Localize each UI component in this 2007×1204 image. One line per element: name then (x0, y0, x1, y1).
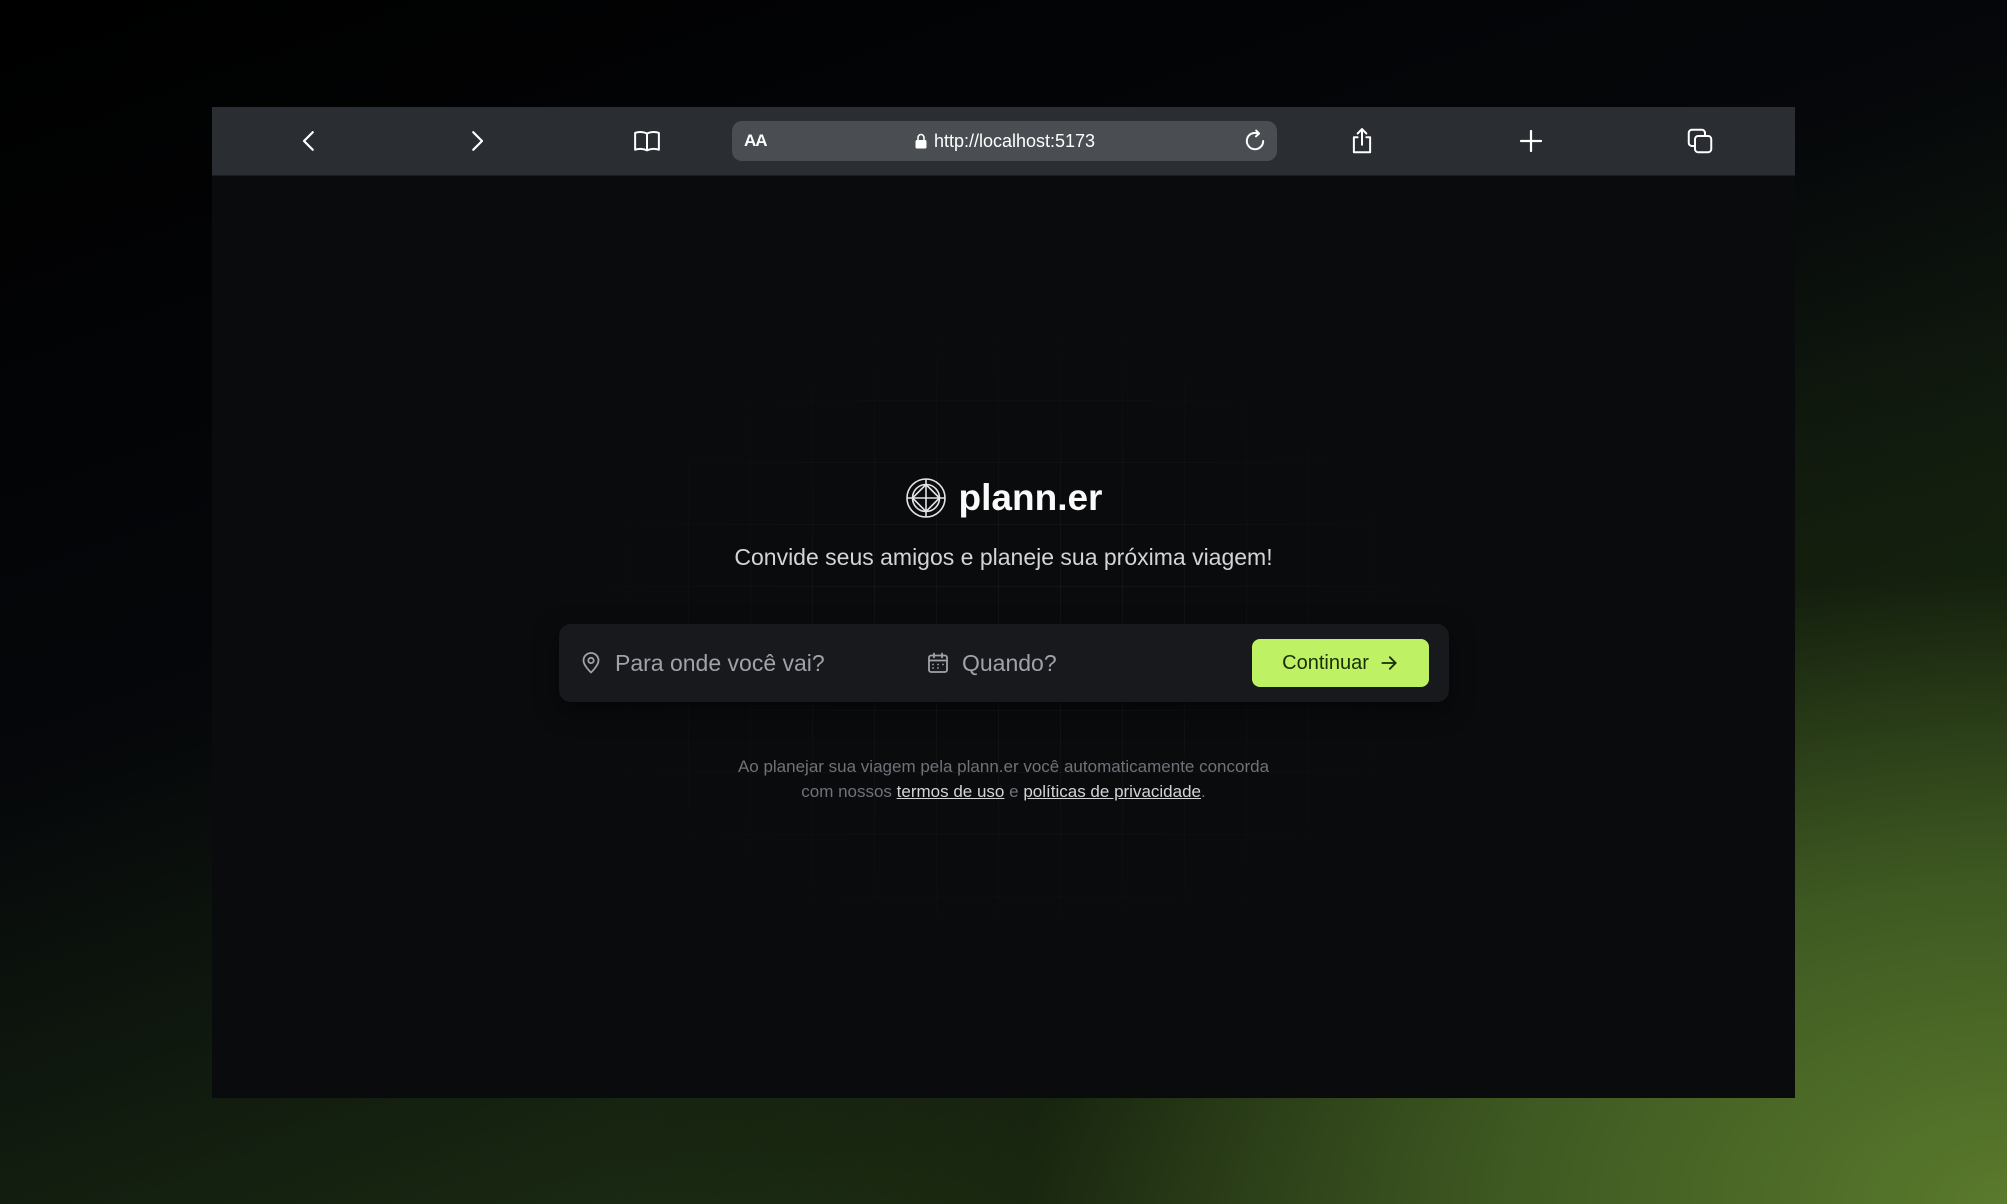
browser-toolbar: AA http://localhost:5173 (212, 107, 1795, 176)
legal-notice: Ao planejar sua viagem pela plann.er voc… (212, 754, 1795, 804)
destination-input[interactable] (613, 648, 837, 678)
tagline: Convide seus amigos e planeje sua próxim… (734, 544, 1273, 570)
book-icon (634, 131, 660, 152)
tabs-icon (1687, 128, 1713, 154)
url-display: http://localhost:5173 (732, 121, 1277, 161)
chevron-left-icon (302, 131, 314, 151)
continue-label: Continuar (1282, 651, 1369, 674)
privacy-link[interactable]: políticas de privacidade (1023, 782, 1201, 801)
new-tab-button[interactable] (1511, 121, 1551, 161)
share-icon (1352, 128, 1372, 154)
legal-suffix: . (1201, 782, 1206, 801)
page-content: plann.er Convide seus amigos e planeje s… (212, 176, 1795, 1098)
forward-button[interactable] (457, 121, 497, 161)
chevron-right-icon (472, 131, 484, 151)
url-text: http://localhost:5173 (933, 130, 1096, 151)
share-button[interactable] (1342, 121, 1382, 161)
destination-field[interactable] (579, 624, 837, 702)
date-input[interactable] (960, 648, 1184, 678)
logo-text: plann.er (958, 477, 1103, 518)
arrow-right-icon (1381, 656, 1397, 670)
legal-line-2: com nossos termos de uso e políticas de … (212, 779, 1795, 804)
legal-line-1: Ao planejar sua viagem pela plann.er voc… (737, 757, 1270, 776)
calendar-icon (928, 652, 948, 673)
plus-icon (1519, 129, 1543, 153)
trip-form: Continuar (559, 624, 1449, 702)
back-button[interactable] (289, 121, 329, 161)
date-field[interactable] (926, 624, 1184, 702)
bookmarks-button[interactable] (627, 121, 667, 161)
tabs-button[interactable] (1680, 121, 1720, 161)
terms-link[interactable]: termos de uso (897, 782, 1005, 801)
browser-window: AA http://localhost:5173 plann.er Convid… (212, 107, 1795, 1098)
reload-icon[interactable] (1241, 127, 1269, 155)
app-logo: plann.er (212, 473, 1795, 523)
lock-icon (915, 133, 927, 149)
legal-prefix: com nossos (801, 782, 892, 801)
address-bar[interactable]: AA http://localhost:5173 (732, 121, 1277, 161)
globe-icon (905, 478, 946, 518)
legal-conjunction: e (1009, 782, 1019, 801)
map-pin-icon (582, 652, 600, 674)
continue-button[interactable]: Continuar (1252, 639, 1429, 687)
